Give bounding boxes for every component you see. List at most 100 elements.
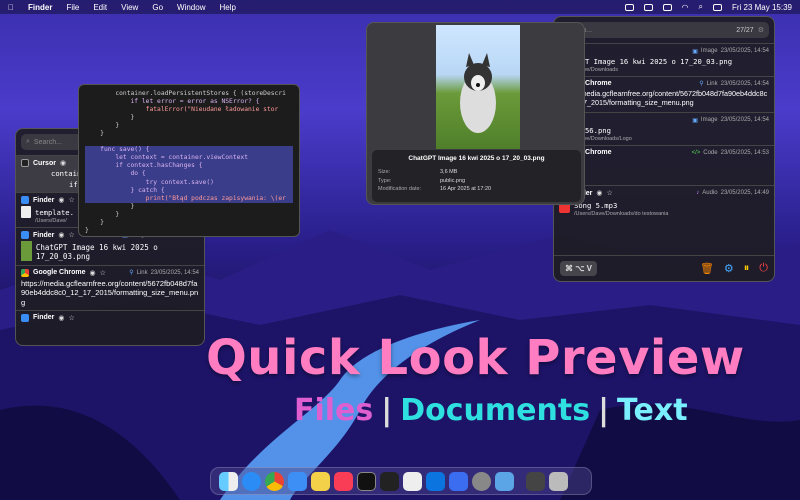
item-count: 27/27	[736, 26, 754, 34]
list-item[interactable]: ◉☆▣Image23/05/2025, 14:54 konax256.png /…	[554, 112, 774, 145]
menu-edit[interactable]: Edit	[93, 3, 107, 12]
image-type-icon: ▣	[692, 48, 698, 55]
code-line: } catch {	[85, 186, 293, 195]
wifi-icon[interactable]: ◠	[682, 3, 689, 12]
document-icon	[21, 206, 31, 218]
right-clipboard-panel: Search... 27/27 ⚙ ◉☆▣Image23/05/2025, 14…	[553, 16, 775, 282]
code-line: func save() {	[85, 146, 293, 155]
eye-icon[interactable]: ◉	[58, 314, 64, 322]
quicklook-info-card: ChatGPT Image 16 kwi 2025 o 17_20_03.png…	[372, 150, 581, 202]
code-type-icon: </>	[691, 149, 701, 156]
code-line: do {	[85, 170, 293, 179]
eye-icon[interactable]: ◉	[58, 196, 64, 204]
apple-menu-icon[interactable]: 	[8, 3, 14, 12]
link-icon: ⚲	[129, 270, 134, 277]
downloads-dock-icon[interactable]	[526, 471, 545, 491]
panel-toolbar: ⌘ ⌥ V 🗑 ⚙ ⏸ ⏻	[554, 255, 774, 281]
cube-dock-icon[interactable]	[380, 471, 399, 491]
star-icon[interactable]: ☆	[69, 314, 75, 322]
code-line: }	[85, 218, 104, 226]
cursor-app-icon	[21, 159, 29, 167]
pause-icon[interactable]: ⏸	[744, 262, 750, 275]
menu-app-name[interactable]: Finder	[28, 3, 52, 12]
code-line: }	[85, 114, 135, 122]
menu-help[interactable]: Help	[219, 3, 235, 12]
search-icon: ⌕	[26, 138, 30, 145]
search-icon[interactable]: ⌕	[698, 2, 702, 12]
clock[interactable]: Fri 23 May 15:39	[732, 3, 792, 12]
list-item[interactable]: Google Chrome ◉ ☆ ⚲ Link 23/05/2025, 14:54 h…	[16, 264, 204, 310]
code-line: try context.save()	[85, 178, 293, 187]
menu-view[interactable]: View	[121, 3, 138, 12]
menu-window[interactable]: Window	[177, 3, 205, 12]
list-item[interactable]: ◉☆▣Image23/05/2025, 14:54 ChatGPT Image …	[554, 43, 774, 76]
audio-type-icon: ♪	[696, 190, 700, 196]
code-line: fatalError("Nieudane ładowanie stor	[85, 106, 279, 114]
hero-subtitle: Files | Documents | Text	[294, 393, 688, 428]
xcode-dock-icon[interactable]	[426, 471, 445, 491]
power-icon[interactable]: ⏻	[759, 262, 768, 275]
menu-file[interactable]: File	[66, 3, 79, 12]
code-line: let context = container.viewContext	[85, 154, 293, 163]
code-line: }	[85, 122, 120, 130]
image-type-icon: ▣	[692, 117, 698, 124]
control-center-icon[interactable]	[712, 3, 722, 11]
notes-dock-icon[interactable]	[311, 471, 330, 491]
chrome-app-icon	[21, 268, 29, 277]
menu-bar:  Finder File Edit View Go Window Help ◠…	[0, 0, 800, 14]
list-item[interactable]: Google Chrome ⚲ Link 23/05/2025, 14:54 http…	[554, 76, 774, 112]
eye-icon[interactable]: ◉	[596, 189, 602, 197]
code-line: }	[85, 130, 104, 138]
chatgpt-dock-icon[interactable]	[403, 471, 422, 491]
finder-app-icon	[21, 196, 29, 204]
settings-dock-icon[interactable]	[472, 471, 491, 491]
code-line: if context.hasChanges {	[85, 162, 293, 171]
list-item[interactable]: Finder ◉ ☆	[16, 309, 204, 325]
quicklook-window: ChatGPT Image 16 kwi 2025 o 17_20_03.png…	[366, 22, 585, 205]
dock	[210, 467, 592, 495]
list-item[interactable]: Google Chrome </> Code 23/05/2025, 14:53	[554, 145, 774, 185]
finder-app-icon	[21, 313, 29, 322]
appstore-dock-icon[interactable]	[449, 471, 468, 491]
eye-icon[interactable]: ◉	[90, 269, 96, 277]
code-line: }	[85, 202, 135, 210]
music-dock-icon[interactable]	[334, 471, 353, 491]
clipboard-icon[interactable]	[624, 3, 634, 11]
quicklook-filename: ChatGPT Image 16 kwi 2025 o 17_20_03.png	[408, 155, 545, 162]
gear-icon[interactable]: ⚙	[724, 262, 734, 275]
star-icon[interactable]: ☆	[100, 269, 106, 277]
code-preview-window: container.loadPersistentStores { (storeD…	[78, 84, 300, 237]
right-search-input[interactable]: Search... 27/27 ⚙	[559, 22, 769, 38]
image-thumbnail	[21, 241, 32, 261]
link-icon: ⚲	[699, 81, 704, 87]
settings-icon[interactable]: ⚙	[758, 26, 764, 34]
code-line: }	[85, 210, 120, 218]
star-icon[interactable]: ☆	[607, 189, 613, 197]
mail-dock-icon[interactable]	[288, 471, 307, 491]
menu-go[interactable]: Go	[152, 3, 163, 12]
battery-icon[interactable]	[662, 3, 672, 11]
code-content: container.loadPersistentStores { (storeD…	[79, 85, 299, 236]
code-line: container.loadPersistentStores { (storeD…	[85, 90, 286, 97]
trash-dock-icon[interactable]	[549, 471, 568, 491]
hero-title: Quick Look Preview	[206, 330, 745, 386]
finder-dock-icon[interactable]	[219, 471, 238, 491]
chrome-dock-icon[interactable]	[265, 471, 284, 491]
star-icon[interactable]: ☆	[69, 231, 75, 239]
list-item[interactable]: Finder◉☆♪Audio23/05/2025, 14:49 Song 5.m…	[554, 185, 774, 220]
code-line: print("Błąd podczas zapisywania: \(er	[85, 194, 293, 203]
bluetooth-icon[interactable]	[643, 3, 653, 11]
star-icon[interactable]: ☆	[69, 196, 75, 204]
shortcut-badge[interactable]: ⌘ ⌥ V	[560, 261, 597, 276]
trash-icon[interactable]: 🗑	[700, 262, 714, 275]
code-line: }	[85, 226, 89, 234]
app-dock-icon[interactable]	[357, 471, 376, 491]
eye-icon[interactable]: ◉	[60, 159, 66, 167]
husky-photo	[436, 25, 520, 149]
finder-app-icon	[21, 231, 29, 239]
preview-dock-icon[interactable]	[495, 471, 514, 491]
eye-icon[interactable]: ◉	[58, 231, 64, 239]
safari-dock-icon[interactable]	[242, 471, 261, 491]
code-line: if let error = error as NSError? {	[85, 98, 260, 106]
